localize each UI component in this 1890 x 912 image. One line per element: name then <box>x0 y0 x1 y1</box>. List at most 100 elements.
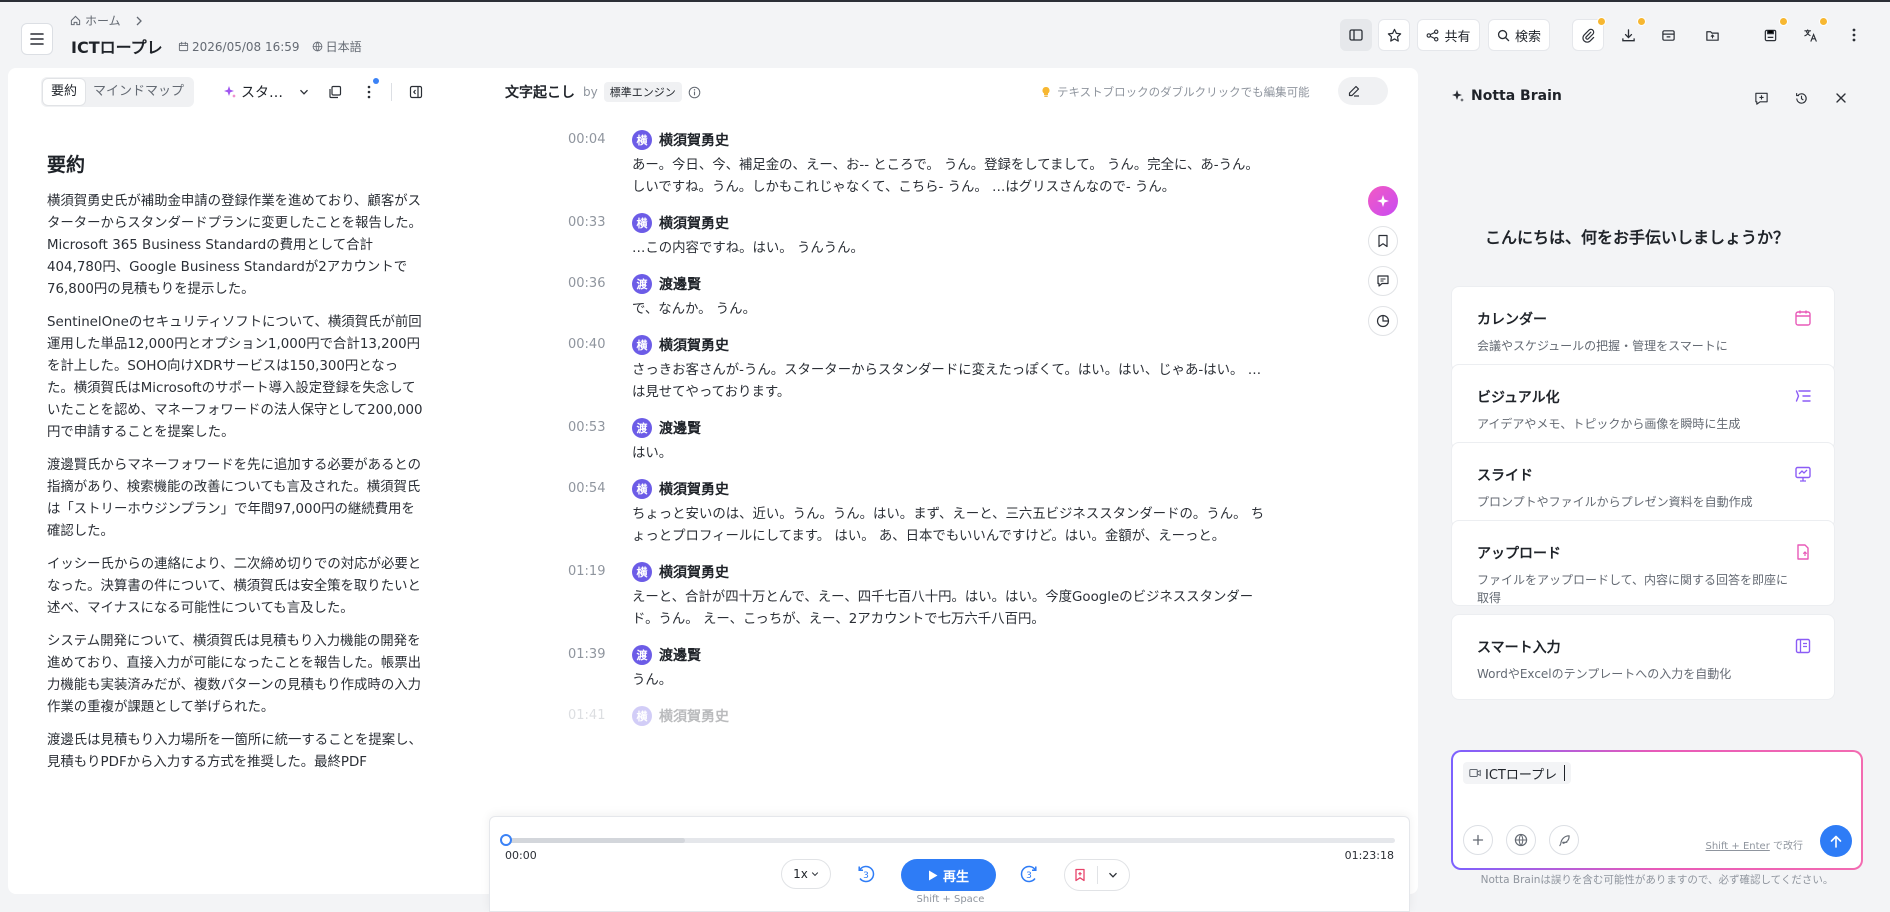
add-attachment-button[interactable] <box>1463 825 1493 855</box>
avatar[interactable]: 横 <box>632 213 652 233</box>
translate-button[interactable] <box>1794 17 1828 51</box>
share-button[interactable]: 共有 <box>1417 19 1480 51</box>
segment-time[interactable]: 01:41 <box>568 708 605 723</box>
transcript-segment[interactable]: 01:19 横横須賀勇史えーと、合計が四十万とんで、えー、四千七百八十円。はい。は… <box>568 562 1268 631</box>
avatar[interactable]: 横 <box>632 479 652 499</box>
move-folder-button[interactable] <box>1696 19 1728 51</box>
speaker-name[interactable]: 横須賀勇史 <box>659 335 729 355</box>
segment-text[interactable]: で、なんか。 うん。 <box>632 299 1268 321</box>
segment-text[interactable]: はい。 <box>632 443 1268 465</box>
summary-paragraph[interactable]: 渡邊賢氏からマネーフォワードを先に追加する必要があるとの指摘があり、検索機能の改… <box>47 455 423 543</box>
tab-mindmap[interactable]: マインドマップ <box>85 79 192 105</box>
close-brain-button[interactable] <box>1829 86 1853 110</box>
rewind-icon[interactable]: 3 <box>856 864 876 884</box>
segment-text[interactable]: えーと、合計が四十万とんで、えー、四千七百八十円。はい。はい。今度Googleの… <box>632 587 1268 631</box>
save-button[interactable] <box>1754 17 1788 51</box>
prompt-style-button[interactable] <box>1549 825 1579 855</box>
play-button[interactable]: 再生 <box>901 859 996 891</box>
sync-calendar-button[interactable] <box>1652 19 1684 51</box>
segment-time[interactable]: 00:54 <box>568 481 605 496</box>
segment-time[interactable]: 00:04 <box>568 132 605 147</box>
segment-text[interactable]: ちょっと安いのは、近い。うん。うん。はい。まず、えーと、三六五ビジネススタンダー… <box>632 504 1268 548</box>
transcript-segment[interactable]: 00:33 横横須賀勇史 …この内容ですね。はい。 うんうん。 <box>568 213 1268 260</box>
transcript-segment[interactable]: 00:36 渡渡邊賢で、なんか。 うん。 <box>568 274 1268 321</box>
breadcrumb-home[interactable]: ホーム <box>85 12 121 29</box>
favorite-button[interactable] <box>1378 19 1410 51</box>
speaker-name[interactable]: 横須賀勇史 <box>659 130 729 150</box>
info-icon[interactable] <box>688 86 701 99</box>
segment-time[interactable]: 00:53 <box>568 420 605 435</box>
toggle-panel-button[interactable] <box>1340 19 1372 51</box>
transcript-segment[interactable]: 00:53 渡渡邊賢はい。 <box>568 418 1268 465</box>
segment-text[interactable]: うん。 <box>632 670 1268 692</box>
page-title[interactable]: ICTロープレ <box>71 34 163 58</box>
summary-paragraph[interactable]: イッシー氏からの連絡により、二次締め切りでの対応が必要となった。決算書の件につい… <box>47 554 423 620</box>
avatar[interactable]: 横 <box>632 335 652 355</box>
segment-time[interactable]: 01:39 <box>568 647 605 662</box>
transcript-segment[interactable]: 01:39 渡渡邊賢うん。 <box>568 645 1268 692</box>
summary-paragraph[interactable]: システム開発について、横須賀氏は見積もり入力機能の開発を進めており、直接入力が可… <box>47 631 423 719</box>
avatar[interactable]: 横 <box>632 130 652 150</box>
comment-button[interactable] <box>1368 266 1398 296</box>
speaker-name[interactable]: 渡邊賢 <box>659 274 701 294</box>
speaker-stats-button[interactable] <box>1368 306 1398 336</box>
engine-badge[interactable]: 標準エンジン <box>603 82 682 102</box>
transcript-segment[interactable]: 01:41 横横須賀勇史 <box>568 706 1268 726</box>
segment-time[interactable]: 00:40 <box>568 337 605 352</box>
mark-menu-button[interactable] <box>1097 860 1129 890</box>
segment-text[interactable]: あー。今日、今、補足金の、えー、お-- ところで。 うん。登録をしてまして。 う… <box>632 155 1268 199</box>
bookmark-button[interactable] <box>1368 226 1398 256</box>
speed-select[interactable]: 1x <box>781 859 831 889</box>
speaker-name[interactable]: 横須賀勇史 <box>659 479 729 499</box>
new-chat-button[interactable] <box>1749 86 1773 110</box>
more-options-button[interactable] <box>1838 19 1870 51</box>
summary-paragraph[interactable]: SentinelOneのセキュリティソフトについて、横須賀氏が前回運用した単品1… <box>47 312 423 444</box>
attach-button[interactable] <box>1572 17 1606 51</box>
brain-card-upload[interactable]: アップロード ファイルをアップロードして、内容に関する回答を即座に取得 <box>1451 520 1835 606</box>
summary-paragraph[interactable]: 横須賀勇史氏が補助金申請の登録作業を進めており、顧客がスターターからスタンダード… <box>47 191 423 301</box>
brain-card-calendar[interactable]: カレンダー 会議やスケジュールの把握・管理をスマートに <box>1451 286 1835 372</box>
speaker-name[interactable]: 横須賀勇史 <box>659 562 729 582</box>
transcript-segment[interactable]: 00:04 横横須賀勇史あー。今日、今、補足金の、えー、お-- ところで。 うん。… <box>568 130 1268 199</box>
add-mark-button[interactable] <box>1065 860 1097 890</box>
transcript-segment[interactable]: 00:40 横横須賀勇史さっきお客さんが-うん。スターターからスタンダードに変えた… <box>568 335 1268 404</box>
avatar[interactable]: 横 <box>632 562 652 582</box>
template-select[interactable]: スタ… <box>223 82 309 102</box>
search-button[interactable]: 検索 <box>1488 19 1550 51</box>
avatar[interactable]: 渡 <box>632 274 652 294</box>
send-button[interactable] <box>1820 825 1852 857</box>
edit-mode-toggle[interactable] <box>1338 77 1388 105</box>
summary-paragraph[interactable]: 渡邊氏は見積もり入力場所を一箇所に統一することを提案し、見積もりPDFから入力す… <box>47 730 423 774</box>
context-chip[interactable]: ICTロープレ <box>1463 762 1572 784</box>
forward-icon[interactable]: 3 <box>1019 864 1039 884</box>
download-button[interactable] <box>1612 17 1646 51</box>
ai-assist-button[interactable] <box>1368 186 1398 216</box>
history-button[interactable] <box>1789 86 1813 110</box>
speaker-name[interactable]: 横須賀勇史 <box>659 213 729 233</box>
menu-button[interactable] <box>21 23 53 55</box>
segment-text[interactable]: …この内容ですね。はい。 うんうん。 <box>632 238 1268 260</box>
brain-card-slide[interactable]: スライド プロンプトやファイルからプレゼン資料を自動作成 <box>1451 442 1835 528</box>
avatar[interactable]: 渡 <box>632 645 652 665</box>
copy-button[interactable] <box>323 80 347 104</box>
segment-time[interactable]: 00:33 <box>568 215 605 230</box>
segment-time[interactable]: 00:36 <box>568 276 605 291</box>
speaker-name[interactable]: 横須賀勇史 <box>659 706 729 726</box>
web-search-button[interactable] <box>1506 825 1536 855</box>
brain-card-smart-input[interactable]: スマート入力 WordやExcelのテンプレートへの入力を自動化 <box>1451 614 1835 700</box>
speaker-name[interactable]: 渡邊賢 <box>659 418 701 438</box>
progress-handle[interactable] <box>500 834 512 846</box>
avatar[interactable]: 横 <box>632 706 652 726</box>
avatar[interactable]: 渡 <box>632 418 652 438</box>
brain-input[interactable]: ICTロープレ Shift + Enter で改行 <box>1451 750 1863 870</box>
speaker-name[interactable]: 渡邊賢 <box>659 645 701 665</box>
segment-text[interactable]: さっきお客さんが-うん。スターターからスタンダードに変えたっぽくて。はい。はい、… <box>632 360 1268 404</box>
segment-time[interactable]: 01:19 <box>568 564 605 579</box>
summary-more-button[interactable] <box>357 78 381 104</box>
new-chat-icon <box>1754 92 1768 105</box>
doc-language[interactable]: 日本語 <box>312 38 362 55</box>
collapse-panel-button[interactable] <box>404 80 428 104</box>
tab-summary[interactable]: 要約 <box>43 79 86 105</box>
transcript-segment[interactable]: 00:54 横横須賀勇史ちょっと安いのは、近い。うん。うん。はい。まず、えーと、三… <box>568 479 1268 548</box>
brain-card-visual[interactable]: ビジュアル化 アイデアやメモ、トピックから画像を瞬時に生成 <box>1451 364 1835 450</box>
